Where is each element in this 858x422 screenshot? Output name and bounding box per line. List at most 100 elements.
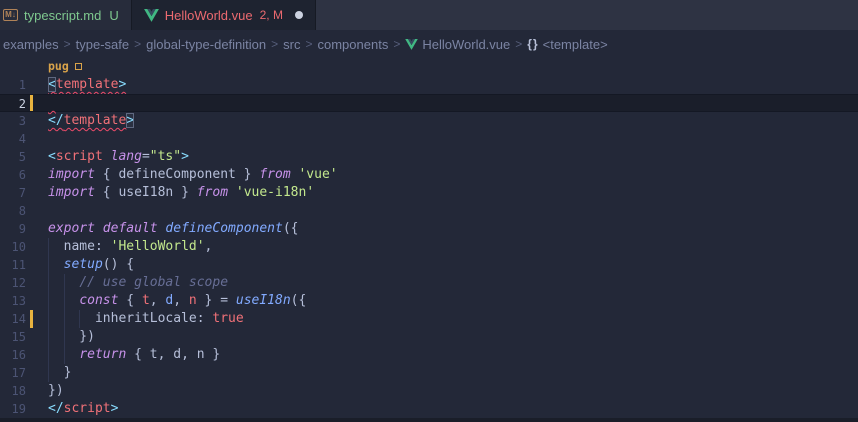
line-content: import { useI18n } from 'vue-i18n' [48, 184, 858, 202]
code-token: < [48, 149, 56, 164]
code-token: 'vue' [298, 167, 337, 182]
code-token: // use global scope [79, 275, 228, 290]
code-token: } [236, 167, 259, 182]
code-token: , [173, 293, 189, 308]
line-number: 2 [0, 95, 26, 113]
code-line[interactable]: 7import { useI18n } from 'vue-i18n' [0, 184, 858, 202]
line-number: 13 [0, 292, 26, 310]
code-area: 1<template>2 3</template>45<script lang=… [0, 76, 858, 418]
code-line[interactable]: 2 [0, 94, 858, 112]
code-token: setup [64, 257, 103, 272]
tab-typescript-md[interactable]: M↓ typescript.md U [0, 0, 132, 30]
code-line[interactable]: 9export default defineComponent({ [0, 220, 858, 238]
code-token: import [48, 167, 95, 182]
line-content: <script lang="ts"> [48, 148, 858, 166]
code-token: inheritLocale: [48, 311, 212, 326]
code-line[interactable]: 4 [0, 130, 858, 148]
line-content: }) [48, 382, 858, 400]
code-line[interactable]: 15 }) [0, 328, 858, 346]
code-token [48, 96, 56, 111]
line-content: setup() { [48, 256, 858, 274]
breadcrumb-label: HelloWorld.vue [422, 37, 510, 52]
line-content: // use global scope [48, 274, 858, 292]
line-content: <template> [48, 76, 858, 94]
code-token: > [126, 113, 134, 128]
code-line[interactable]: 5<script lang="ts"> [0, 148, 858, 166]
code-token: ({ [291, 293, 307, 308]
code-line[interactable]: 19</script> [0, 400, 858, 418]
code-editor[interactable]: pug 1<template>2 3</template>45<script l… [0, 58, 858, 422]
code-token [48, 347, 79, 362]
code-line[interactable]: 18}) [0, 382, 858, 400]
code-line[interactable]: 3</template> [0, 112, 858, 130]
breadcrumb-separator: > [134, 37, 141, 51]
code-token: = [142, 149, 150, 164]
breadcrumb-item[interactable]: type-safe [76, 37, 129, 52]
code-token: }) [48, 383, 64, 398]
code-token: n [189, 293, 197, 308]
vue-icon [144, 9, 159, 22]
code-token: 'HelloWorld' [111, 239, 205, 254]
line-content: name: 'HelloWorld', [48, 238, 858, 256]
unsaved-dot-icon[interactable] [295, 11, 303, 19]
code-token: > [181, 149, 189, 164]
line-number: 12 [0, 274, 26, 292]
git-status-badge: U [109, 8, 118, 23]
line-content: import { defineComponent } from 'vue' [48, 166, 858, 184]
markdown-icon: M↓ [3, 9, 18, 21]
code-line[interactable]: 16 return { t, d, n } [0, 346, 858, 364]
line-content: inheritLocale: true [48, 310, 858, 328]
code-token: true [212, 311, 243, 326]
problems-modified-badge: 2, M [260, 8, 283, 22]
code-token: </ [48, 113, 64, 128]
code-token: lang [111, 149, 142, 164]
code-line[interactable]: 12 // use global scope [0, 274, 858, 292]
breadcrumb-label: examples [3, 37, 59, 52]
pug-lang-hint[interactable]: pug [48, 59, 82, 73]
line-content: export default defineComponent({ [48, 220, 858, 238]
code-token: return [79, 347, 126, 362]
line-content: const { t, d, n } = useI18n({ [48, 292, 858, 310]
breadcrumb-separator: > [515, 37, 522, 51]
code-token: t [142, 293, 150, 308]
breadcrumb-item[interactable]: src [283, 37, 300, 52]
code-line[interactable]: 14 inheritLocale: true [0, 310, 858, 328]
line-number: 11 [0, 256, 26, 274]
code-token: defineComponent [118, 167, 235, 182]
breadcrumb-item[interactable]: {}<template> [527, 37, 607, 52]
tab-label: typescript.md [24, 8, 101, 23]
code-line[interactable]: 13 const { t, d, n } = useI18n({ [0, 292, 858, 310]
breadcrumb-item[interactable]: global-type-definition [146, 37, 266, 52]
line-content: } [48, 364, 858, 382]
line-number: 4 [0, 130, 26, 148]
breadcrumb-item[interactable]: HelloWorld.vue [405, 37, 510, 52]
code-token: export [48, 221, 95, 236]
braces-symbol-icon: {} [527, 37, 538, 51]
breadcrumb: examples > type-safe > global-type-definitio… [0, 30, 858, 58]
breadcrumb-item[interactable]: components [318, 37, 389, 52]
tab-helloworld-vue[interactable]: HelloWorld.vue 2, M [132, 0, 316, 30]
code-token: useI18n [118, 185, 173, 200]
code-line[interactable]: 17 } [0, 364, 858, 382]
template-lang-hint-row: pug [0, 58, 858, 76]
code-token: from [259, 167, 290, 182]
line-content [48, 202, 858, 220]
code-token: template [56, 77, 119, 92]
breadcrumb-item[interactable]: examples [3, 37, 59, 52]
line-number: 18 [0, 382, 26, 400]
breadcrumb-label: type-safe [76, 37, 129, 52]
code-line[interactable]: 10 name: 'HelloWorld', [0, 238, 858, 256]
modified-gutter-marker [30, 310, 33, 328]
code-token: () { [103, 257, 134, 272]
code-line[interactable]: 8 [0, 202, 858, 220]
line-number: 17 [0, 364, 26, 382]
code-line[interactable]: 11 setup() { [0, 256, 858, 274]
code-token: > [111, 401, 119, 416]
code-line[interactable]: 6import { defineComponent } from 'vue' [0, 166, 858, 184]
code-token: "ts" [150, 149, 181, 164]
code-token: > [118, 77, 126, 92]
code-token: }) [48, 329, 95, 344]
code-line[interactable]: 1<template> [0, 76, 858, 94]
hint-box-icon [75, 63, 82, 70]
breadcrumb-label: components [318, 37, 389, 52]
